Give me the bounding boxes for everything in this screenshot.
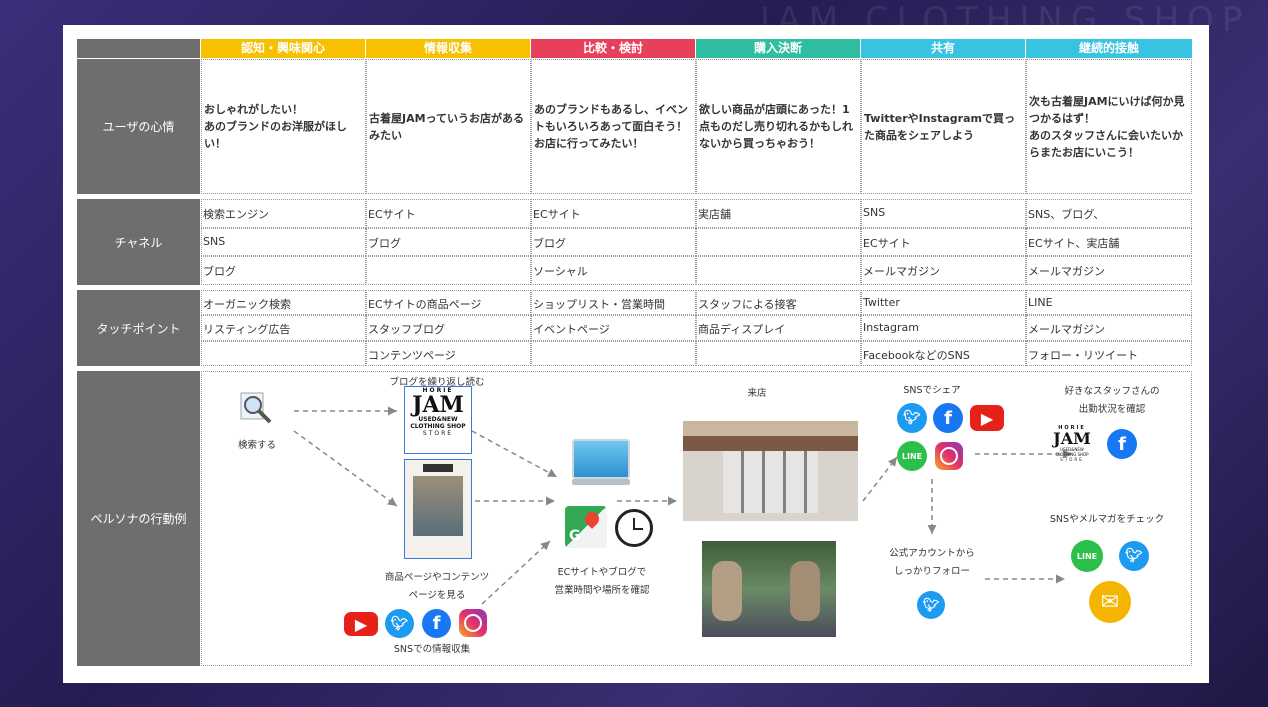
jam-logo-blog: HORIE JAM USED&NEW CLOTHING SHOP STORE [404, 386, 472, 454]
mail-icon: ✉ [1089, 581, 1131, 623]
label-sns-share: SNSでシェア [903, 385, 961, 396]
label-follow: 公式アカウントから しっかりフォロー [889, 548, 975, 577]
jam-logo-small: HORIE JAM USED&NEW CLOTHING SHOP STORE [1047, 425, 1097, 469]
youtube-icon: ▶ [970, 405, 1004, 431]
label-search: 検索する [237, 440, 276, 451]
magnifier-icon [239, 391, 273, 425]
facebook-icon: f [1107, 429, 1137, 459]
maps-icon: G [565, 506, 607, 548]
line-icon: LINE [1071, 540, 1103, 572]
logo-bottom: STORE [1060, 457, 1084, 462]
twitter-icon: 🐦︎ [897, 403, 927, 433]
label-check: SNSやメルマガをチェック [1049, 514, 1165, 525]
label-product-pages: 商品ページやコンテンツ ページを見る [384, 572, 490, 601]
arrow-blog-to-desktop [471, 430, 558, 478]
instagram-icon [935, 442, 963, 470]
twitter-icon: 🐦︎ [385, 609, 414, 638]
twitter-icon: 🐦︎ [1119, 541, 1149, 571]
logo-main: JAM [1053, 429, 1091, 448]
label-ec-blog: ECサイトやブログで 営業時間や場所を確認 [554, 567, 650, 596]
logo-main: JAM [412, 392, 464, 418]
product-page-thumbnail [404, 459, 472, 559]
instagram-icon [459, 609, 487, 637]
staff-photo [702, 541, 836, 637]
thumbnail-header-bar [423, 464, 453, 472]
line-icon: LINE [897, 441, 927, 471]
facebook-icon: f [422, 609, 451, 638]
clock-icon [615, 509, 653, 547]
thumbnail-photo [413, 476, 463, 536]
store-front-photo [683, 421, 858, 521]
label-sns-collect: SNSでの情報収集 [393, 644, 471, 655]
label-visit: 来店 [747, 388, 767, 399]
customer-journey-slide: 認知・興味関心 情報収集 比較・検討 購入決断 共有 継続的接触 ユーザの心情 … [63, 25, 1209, 683]
journey-table: 認知・興味関心 情報収集 比較・検討 購入決断 共有 継続的接触 ユーザの心情 … [77, 39, 1193, 667]
arrow-visit-to-share [862, 456, 898, 502]
label-staff: 好きなスタッフさんの 出勤状況を確認 [1064, 386, 1160, 415]
twitter-icon: 🐦︎ [917, 591, 945, 619]
logo-bottom: STORE [422, 430, 454, 437]
arrow-search-to-product [293, 430, 398, 507]
desktop-icon [572, 439, 630, 485]
facebook-icon: f [933, 403, 963, 433]
logo-sub2: CLOTHING SHOP [410, 423, 466, 430]
youtube-icon: ▶ [344, 612, 378, 636]
